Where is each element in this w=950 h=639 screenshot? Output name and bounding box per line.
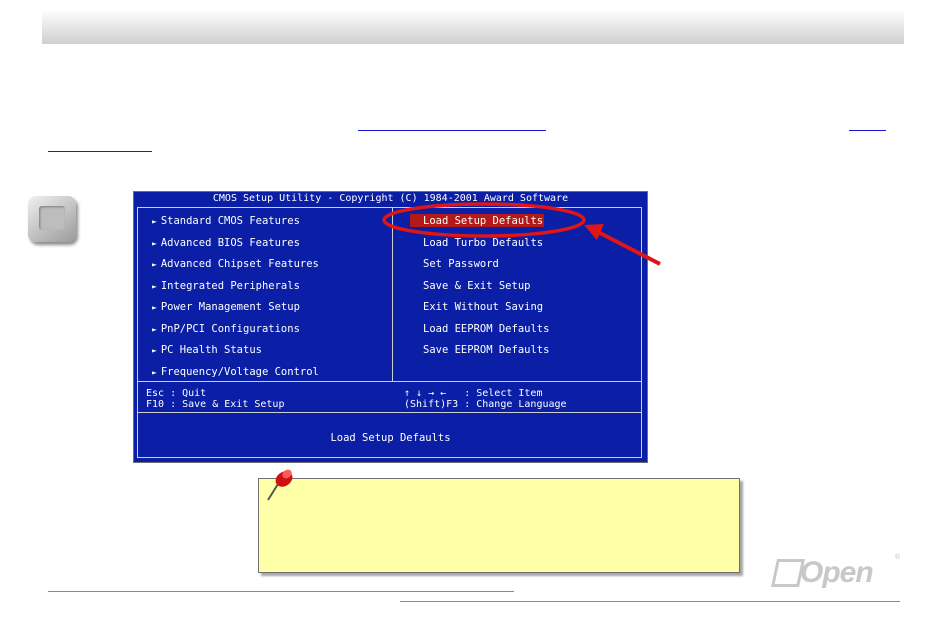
footer-divider-right xyxy=(400,601,900,602)
pushpin-icon xyxy=(267,469,293,501)
footer-divider-left xyxy=(48,591,514,592)
aopen-logo: Open ® xyxy=(771,554,900,590)
pointer-arrow-icon xyxy=(584,224,661,266)
registered-mark: ® xyxy=(894,554,900,561)
note-box xyxy=(258,478,740,573)
highlight-ring xyxy=(382,202,586,238)
logo-word: Open xyxy=(800,556,874,589)
